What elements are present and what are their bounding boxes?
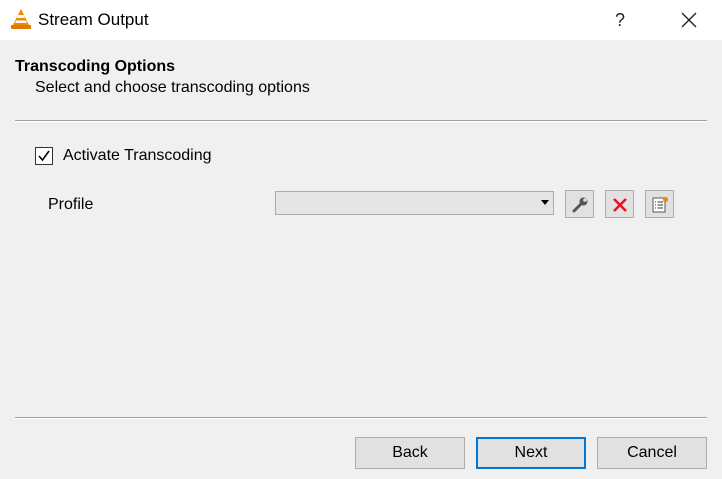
edit-profile-button[interactable] [565, 190, 594, 218]
checkmark-icon [38, 150, 50, 162]
cancel-button[interactable]: Cancel [597, 437, 707, 469]
new-profile-icon [652, 196, 669, 213]
vlc-cone-icon [10, 8, 32, 30]
close-icon [681, 12, 697, 28]
stream-output-dialog: Stream Output ? Transcoding Options Sele… [0, 0, 722, 479]
profile-dropdown[interactable] [275, 191, 554, 215]
header-divider [15, 120, 707, 122]
delete-profile-button[interactable] [605, 190, 634, 218]
page-subtitle: Select and choose transcoding options [35, 79, 310, 96]
dropdown-arrow-icon [541, 200, 549, 205]
help-button[interactable]: ? [600, 4, 640, 36]
footer-divider [15, 417, 707, 419]
activate-transcoding-row[interactable]: Activate Transcoding [35, 145, 212, 167]
next-button[interactable]: Next [476, 437, 586, 469]
window-title: Stream Output [38, 10, 149, 29]
activate-transcoding-label[interactable]: Activate Transcoding [63, 147, 212, 165]
close-button[interactable] [668, 4, 710, 36]
back-button[interactable]: Back [355, 437, 465, 469]
wrench-icon [572, 197, 588, 213]
page-title: Transcoding Options [15, 58, 176, 75]
delete-x-icon [613, 198, 627, 212]
new-profile-button[interactable] [645, 190, 674, 218]
activate-transcoding-checkbox[interactable] [35, 147, 53, 165]
profile-label: Profile [48, 196, 94, 213]
title-bar: Stream Output ? [0, 0, 722, 40]
